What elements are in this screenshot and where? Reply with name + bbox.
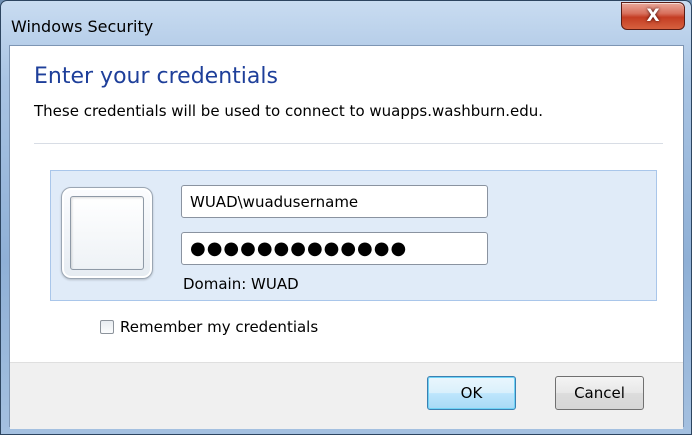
remember-credentials-option[interactable]: Remember my credentials xyxy=(100,318,318,336)
dialog-description: These credentials will be used to connec… xyxy=(34,102,543,120)
button-bar: OK Cancel xyxy=(10,362,683,429)
cancel-button[interactable]: Cancel xyxy=(555,376,644,410)
windows-security-dialog: Windows Security X Enter your credential… xyxy=(0,0,692,435)
window-title: Windows Security xyxy=(11,17,154,36)
title-bar[interactable]: Windows Security X xyxy=(1,1,691,45)
domain-label: Domain: WUAD xyxy=(183,275,299,293)
close-button[interactable]: X xyxy=(621,2,685,30)
password-input[interactable] xyxy=(181,232,488,265)
dialog-body: Enter your credentials These credentials… xyxy=(9,45,684,429)
username-input[interactable] xyxy=(181,185,488,218)
ok-button[interactable]: OK xyxy=(427,376,516,410)
credential-tile-panel[interactable]: Domain: WUAD xyxy=(50,170,657,301)
remember-checkbox[interactable] xyxy=(100,320,114,334)
user-tile-frame xyxy=(70,196,144,270)
user-tile-icon xyxy=(61,187,153,279)
dialog-heading: Enter your credentials xyxy=(34,64,278,89)
remember-label[interactable]: Remember my credentials xyxy=(120,318,318,336)
divider xyxy=(34,143,663,144)
close-icon: X xyxy=(646,6,660,26)
